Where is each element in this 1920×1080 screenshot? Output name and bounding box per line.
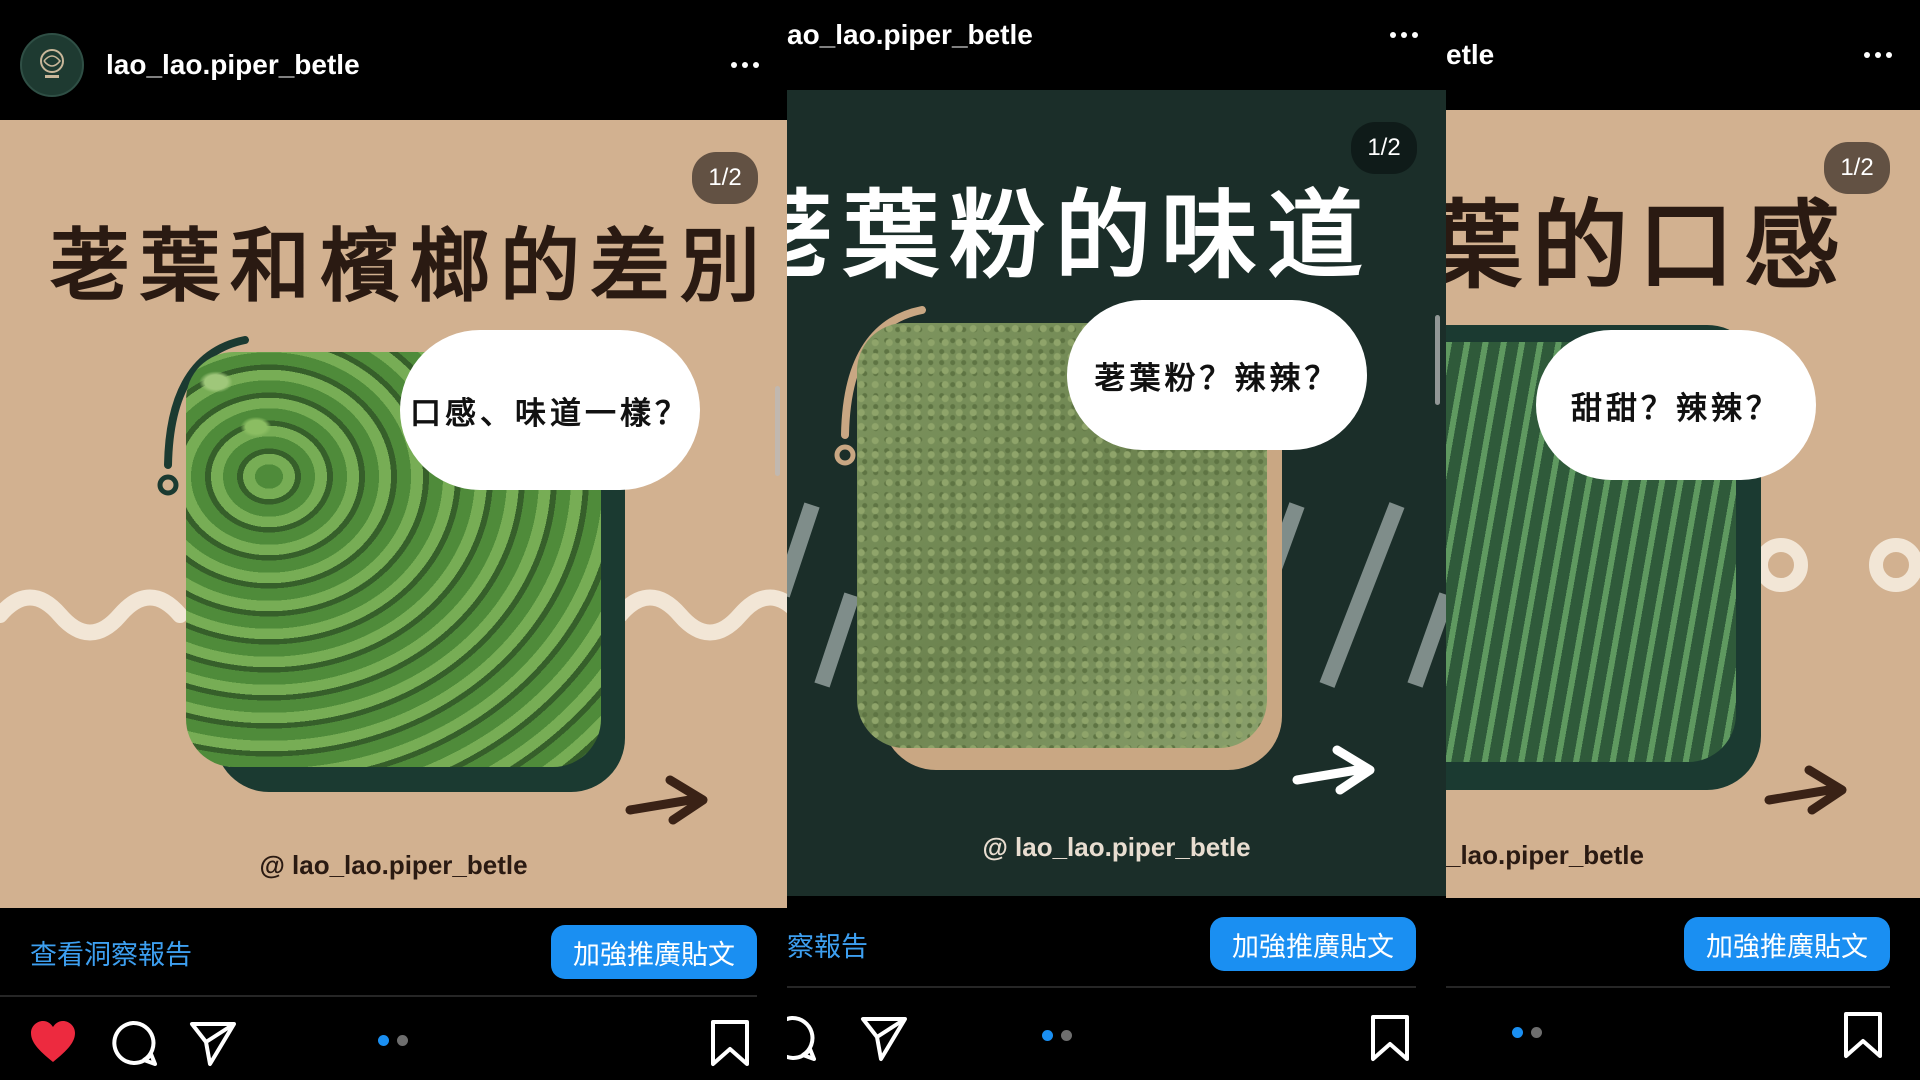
send-icon[interactable]	[859, 1013, 909, 1063]
post-panel-1: lao_lao.piper_betle 1/2 荖葉和檳榔的差別 口感、味道一樣…	[0, 0, 787, 1080]
action-icons	[787, 1013, 1446, 1073]
bookmark-icon[interactable]	[705, 1018, 755, 1068]
carousel-indicator	[1512, 1027, 1542, 1038]
comment-icon[interactable]	[787, 1013, 817, 1063]
post-header: lao_lao.piper_betle	[0, 33, 787, 97]
action-icons	[0, 1018, 787, 1078]
boost-post-button[interactable]: 加強推廣貼文	[551, 925, 757, 979]
post-handle: _lao.piper_betle	[1446, 840, 1644, 870]
more-options-icon[interactable]	[1864, 52, 1892, 58]
more-options-icon[interactable]	[731, 62, 759, 68]
divider	[0, 995, 757, 997]
circle-decoration	[1754, 538, 1920, 592]
post-handle: @ lao_lao.piper_betle	[982, 832, 1251, 862]
divider	[1446, 986, 1890, 988]
arrow-right-icon	[625, 775, 708, 825]
profile-avatar[interactable]	[20, 33, 84, 97]
arrow-right-icon	[1292, 745, 1375, 795]
view-insights-link[interactable]: 察報告	[787, 925, 868, 964]
bookmark-icon[interactable]	[1365, 1013, 1415, 1063]
speech-bubble: 甜甜？辣辣？	[1536, 330, 1816, 480]
boost-post-button[interactable]: 加強推廣貼文	[1684, 917, 1890, 971]
divider	[787, 986, 1416, 988]
promo-row: 加強推廣貼文	[1446, 910, 1920, 978]
post-image[interactable]: 1/2 荖葉粉的味道 荖葉粉？辣辣？ @ lao_lao.piper_betle	[787, 90, 1446, 896]
scrollbar[interactable]	[775, 386, 780, 476]
view-insights-link[interactable]: 查看洞察報告	[30, 933, 192, 972]
post-headline: 荖葉粉的味道	[787, 180, 1373, 292]
username[interactable]: lao_lao.piper_betle	[106, 49, 360, 81]
post-panel-2: ao_lao.piper_betle 1/2 荖葉粉的味道 荖葉粉？辣辣？ @ …	[787, 0, 1446, 1080]
bookmark-icon[interactable]	[1838, 1010, 1888, 1060]
username[interactable]: ao_lao.piper_betle	[787, 19, 1033, 51]
arrow-right-icon	[1764, 765, 1847, 815]
username[interactable]: etle	[1446, 39, 1494, 71]
comment-icon[interactable]	[108, 1018, 158, 1068]
post-image[interactable]: 1/2 荖葉和檳榔的差別 口感、味道一樣？ @ lao_lao.piper_be…	[0, 120, 787, 908]
post-handle: @ lao_lao.piper_betle	[259, 850, 528, 880]
carousel-indicator	[1042, 1030, 1072, 1041]
send-icon[interactable]	[188, 1018, 238, 1068]
speech-bubble: 荖葉粉？辣辣？	[1067, 300, 1367, 450]
promo-row: 察報告 加強推廣貼文	[787, 910, 1446, 978]
post-header: etle	[1446, 30, 1920, 80]
slide-counter: 1/2	[692, 152, 758, 204]
post-header: ao_lao.piper_betle	[787, 10, 1446, 60]
boost-post-button[interactable]: 加強推廣貼文	[1210, 917, 1416, 971]
post-headline: 葉的口感	[1446, 190, 1850, 302]
post-headline: 荖葉和檳榔的差別	[50, 220, 770, 313]
carousel-indicator	[378, 1035, 408, 1046]
speech-bubble: 口感、味道一樣？	[400, 330, 700, 490]
logo-icon	[40, 49, 64, 78]
scrollbar[interactable]	[1435, 315, 1440, 405]
heart-icon[interactable]	[28, 1018, 78, 1068]
promo-row: 查看洞察報告 加強推廣貼文	[0, 918, 787, 986]
post-image[interactable]: 1/2 葉的口感 甜甜？辣辣？ _lao.piper_betle	[1446, 110, 1920, 898]
post-panel-3: etle 1/2 葉的口感 甜甜？辣辣？ _lao.piper_betle 加強…	[1446, 0, 1920, 1080]
more-options-icon[interactable]	[1390, 32, 1418, 38]
action-icons	[1446, 1010, 1920, 1070]
